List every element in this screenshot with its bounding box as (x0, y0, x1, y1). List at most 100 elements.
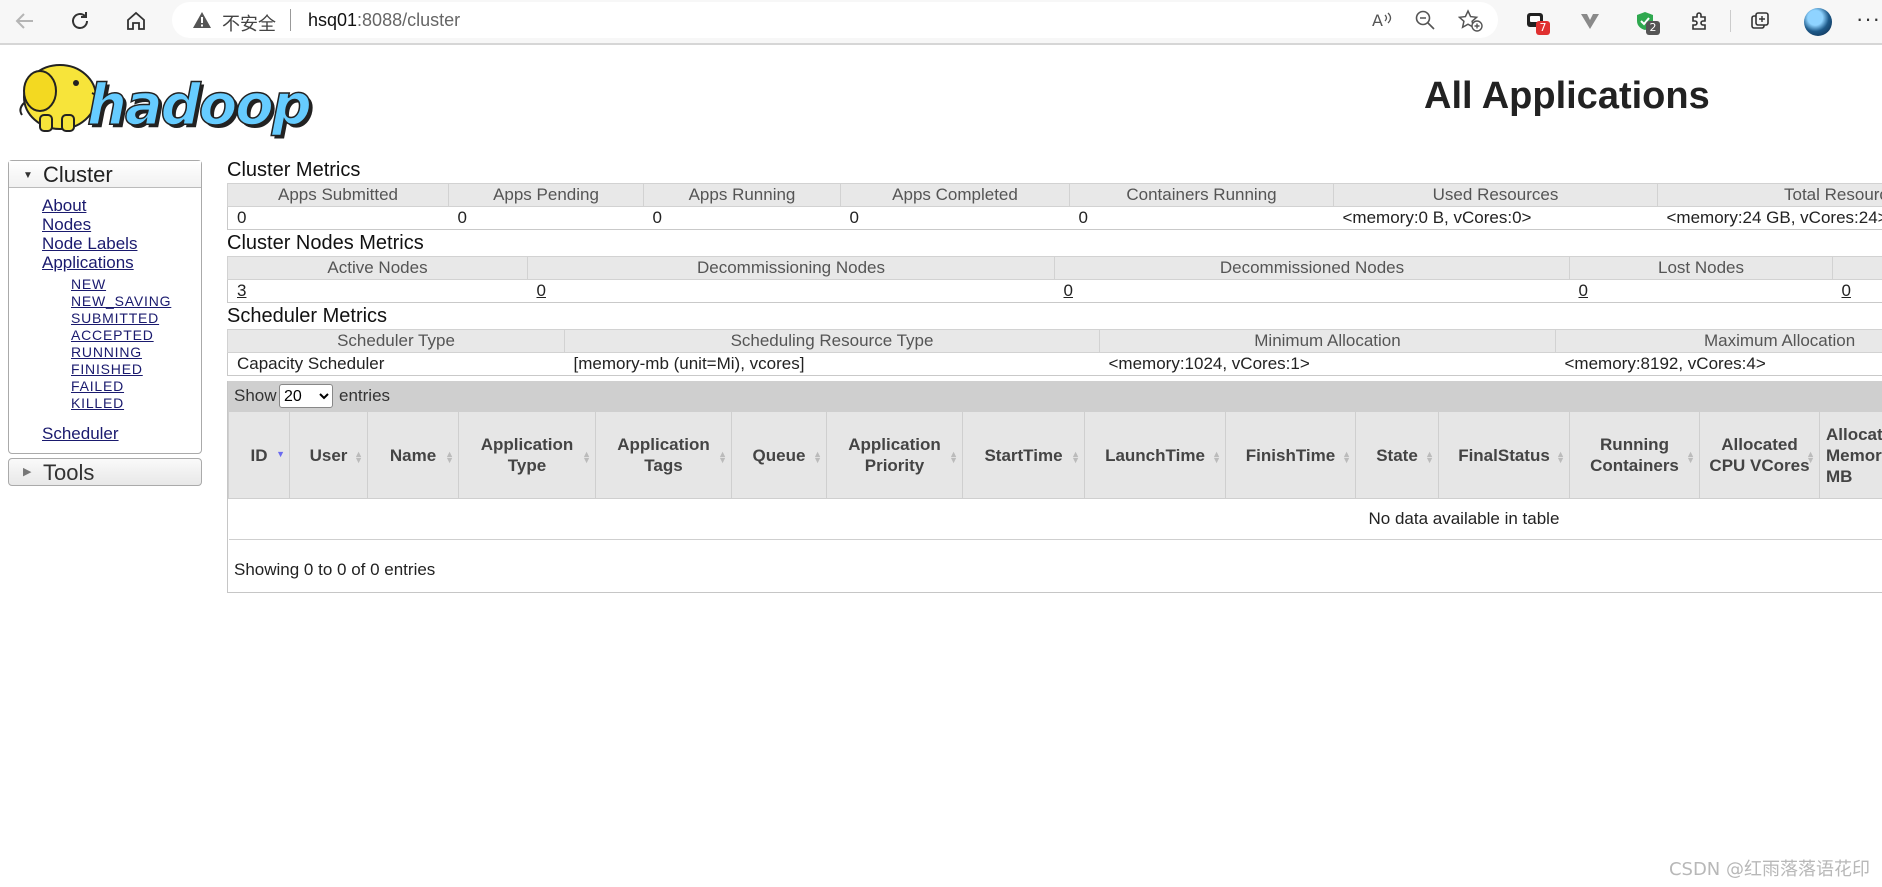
refresh-button[interactable] (65, 6, 95, 36)
extension-badge: 2 (1646, 21, 1660, 35)
sidebar-link-state-accepted[interactable]: ACCEPTED (71, 327, 201, 344)
sort-icon: ▲ ▼ (1806, 449, 1815, 465)
extension-1[interactable]: 7 (1520, 6, 1550, 36)
sidebar-link-nodes[interactable]: Nodes (42, 215, 201, 234)
address-bar[interactable]: 不安全 hsq01:8088/cluster A (172, 2, 1498, 38)
extensions-button[interactable] (1685, 6, 1715, 36)
sort-icon: ▲ ▼ (1212, 449, 1221, 465)
column-header-application-tags[interactable]: Application Tags ▲ ▼ (595, 411, 732, 499)
column-header (1832, 256, 1882, 280)
sidebar-link-state-new[interactable]: NEW (71, 276, 201, 293)
table-cell: 0 (1833, 280, 1882, 303)
column-header-allocated-cpu-vcores[interactable]: Allocated CPU VCores ▲ ▼ (1699, 411, 1820, 499)
sidebar-link-applications[interactable]: Applications (42, 253, 201, 272)
read-aloud-icon[interactable]: A (1370, 9, 1394, 31)
collections-icon (1751, 12, 1769, 29)
column-header: Active Nodes (227, 256, 528, 280)
more-menu-icon[interactable]: ··· (1856, 6, 1881, 32)
unhealthy-nodes-link[interactable]: 0 (1842, 281, 1851, 300)
lost-nodes-link[interactable]: 0 (1579, 281, 1588, 300)
svg-text:A: A (1372, 11, 1383, 30)
table-cell: 0 (1078, 208, 1088, 227)
column-header-application-type[interactable]: Application Type ▲ ▼ (458, 411, 596, 499)
column-header-label: ID (250, 445, 268, 465)
collapse-triangle-icon: ▼ (23, 170, 33, 181)
column-header-queue[interactable]: Queue ▲ ▼ (731, 411, 827, 499)
table-header-row: ID ▼ User ▲ ▼ Name ▲ ▼ Application Type ▲ ▼ Ap… (228, 411, 1882, 499)
column-header-label: User (309, 445, 348, 465)
show-label: Show (234, 386, 277, 405)
column-header-name[interactable]: Name ▲ ▼ (367, 411, 459, 499)
collections-button[interactable] (1745, 6, 1775, 36)
cluster-section-header[interactable]: ▼ Cluster (9, 161, 201, 188)
table-row: 3 0 0 0 0 (228, 280, 1882, 303)
column-header-finish-time[interactable]: FinishTime ▲ ▼ (1225, 411, 1356, 499)
extension-badge: 7 (1536, 21, 1550, 35)
back-button[interactable] (10, 6, 40, 36)
column-header: Used Resources (1333, 183, 1658, 207)
extension-2[interactable] (1575, 6, 1605, 36)
cluster-nodes-metrics-table: Active Nodes Decommissioning Nodes Decom… (227, 256, 1882, 303)
column-header-final-status[interactable]: FinalStatus ▲ ▼ (1438, 411, 1570, 499)
cluster-metrics-title: Cluster Metrics (227, 159, 361, 181)
table-length-control: Show 20 entries (228, 381, 1882, 411)
warning-icon (193, 12, 211, 28)
column-header: Apps Completed (840, 183, 1070, 207)
table-cell: 0 (849, 208, 859, 227)
column-header-allocated-memory-mb[interactable]: Allocated Memory MB (1819, 411, 1882, 499)
home-button[interactable] (121, 6, 151, 36)
column-header-id[interactable]: ID ▼ (228, 411, 290, 499)
column-header-label: Application Type (480, 435, 574, 475)
table-cell: [memory-mb (unit=Mi), vcores] (573, 354, 805, 373)
sidebar-link-state-new-saving[interactable]: NEW_SAVING (71, 293, 201, 310)
table-row: Capacity Scheduler [memory-mb (unit=Mi),… (228, 353, 1882, 376)
cluster-section-label: Cluster (43, 162, 113, 187)
sidebar-link-state-failed[interactable]: FAILED (71, 378, 201, 395)
table-cell: 0 (1055, 280, 1570, 303)
column-header: Minimum Allocation (1099, 329, 1556, 353)
column-header-user[interactable]: User ▲ ▼ (289, 411, 368, 499)
vue-devtools-icon (1581, 14, 1599, 29)
tools-section-header[interactable]: ▶ Tools (8, 458, 202, 486)
favorite-add-icon[interactable] (1458, 9, 1484, 33)
zoom-out-icon[interactable] (1414, 9, 1438, 31)
decommissioning-nodes-link[interactable]: 0 (537, 281, 546, 300)
home-icon (127, 11, 145, 30)
sidebar-link-state-running[interactable]: RUNNING (71, 344, 201, 361)
sidebar-link-state-killed[interactable]: KILLED (71, 395, 201, 412)
sidebar-link-state-finished[interactable]: FINISHED (71, 361, 201, 378)
sidebar-link-state-submitted[interactable]: SUBMITTED (71, 310, 201, 327)
entries-label: entries (339, 386, 391, 405)
column-header-running-containers[interactable]: Running Containers ▲ ▼ (1569, 411, 1700, 499)
sidebar-link-scheduler[interactable]: Scheduler (42, 424, 201, 443)
security-status[interactable]: 不安全 (222, 10, 276, 36)
extension-3[interactable]: 2 (1630, 6, 1660, 36)
table-cell: 0 (652, 208, 662, 227)
table-cell: 0 (528, 280, 1055, 303)
column-header-state[interactable]: State ▲ ▼ (1355, 411, 1439, 499)
column-header-application-priority[interactable]: Application Priority ▲ ▼ (826, 411, 963, 499)
url-text[interactable]: hsq01:8088/cluster (308, 10, 460, 31)
decommissioned-nodes-link[interactable]: 0 (1064, 281, 1073, 300)
table-cell: 0 (237, 208, 247, 227)
table-header-row: Active Nodes Decommissioning Nodes Decom… (227, 256, 1882, 280)
scheduler-metrics-table: Scheduler Type Scheduling Resource Type … (227, 329, 1882, 376)
column-header-start-time[interactable]: StartTime ▲ ▼ (962, 411, 1085, 499)
column-header-launch-time[interactable]: LaunchTime ▲ ▼ (1084, 411, 1226, 499)
active-nodes-link[interactable]: 3 (237, 281, 246, 300)
page: hadoop hadoop All Applications ▼ Cluster… (0, 45, 1882, 887)
column-header-label: FinishTime (1245, 445, 1336, 465)
column-header-label: Application Tags (617, 435, 710, 475)
sidebar-link-about[interactable]: About (42, 196, 201, 215)
profile-avatar[interactable] (1804, 8, 1832, 36)
address-separator (290, 9, 291, 31)
cluster-nodes-metrics-title: Cluster Nodes Metrics (227, 232, 424, 254)
sidebar-link-node-labels[interactable]: Node Labels (42, 234, 201, 253)
sort-icon: ▲ ▼ (445, 449, 454, 465)
table-header-row: Apps Submitted Apps Pending Apps Running… (227, 183, 1882, 207)
column-header: Scheduler Type (227, 329, 565, 353)
column-header: Total Resources (1657, 183, 1882, 207)
browser-toolbar: 不安全 hsq01:8088/cluster A 7 2 ··· (0, 0, 1882, 45)
page-size-select[interactable]: 20 (279, 384, 333, 408)
